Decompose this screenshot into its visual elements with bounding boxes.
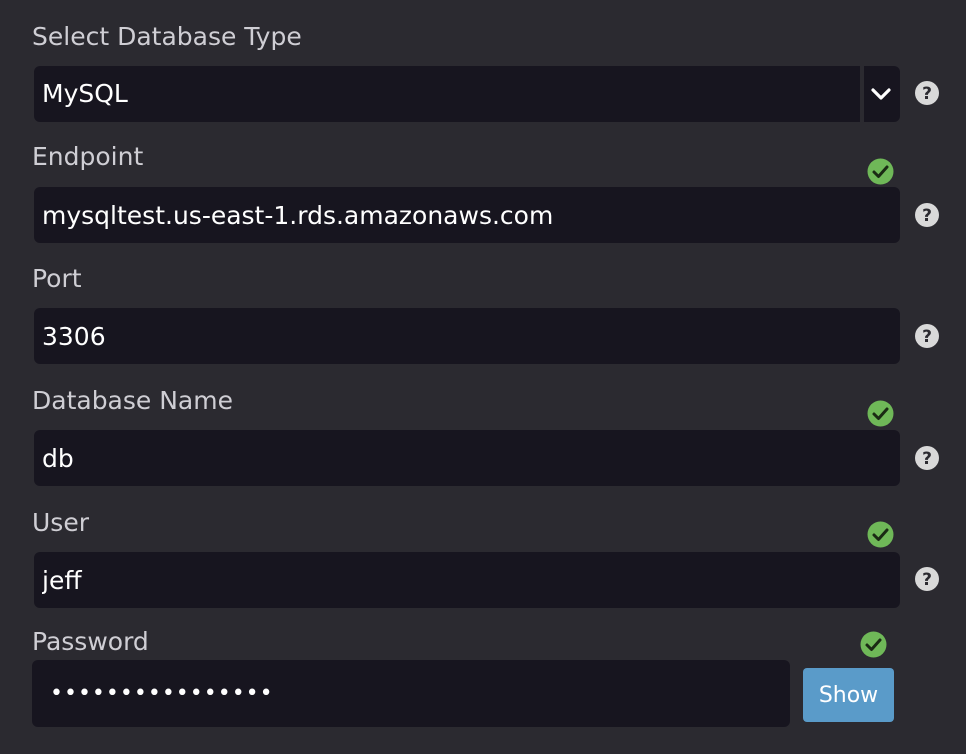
port-field[interactable]: [34, 308, 900, 364]
password-input[interactable]: [32, 660, 790, 727]
check-circle-icon: [867, 400, 894, 427]
endpoint-label: Endpoint: [32, 142, 144, 171]
help-circle-icon[interactable]: ?: [914, 323, 940, 349]
password-field[interactable]: [32, 660, 790, 727]
check-circle-icon: [867, 158, 894, 185]
svg-text:?: ?: [922, 327, 932, 347]
db-type-label: Select Database Type: [32, 22, 302, 51]
user-field[interactable]: [34, 552, 900, 608]
chevron-down-icon[interactable]: [870, 84, 892, 104]
database-name-input[interactable]: [34, 430, 900, 486]
select-divider: [860, 66, 864, 122]
check-circle-icon: [867, 521, 894, 548]
user-label: User: [32, 508, 89, 537]
show-password-button[interactable]: Show: [803, 668, 894, 722]
help-circle-icon[interactable]: ?: [914, 202, 940, 228]
endpoint-field[interactable]: [34, 187, 900, 243]
database-name-field[interactable]: [34, 430, 900, 486]
password-label: Password: [32, 627, 149, 656]
svg-text:?: ?: [922, 570, 932, 590]
help-circle-icon[interactable]: ?: [914, 445, 940, 471]
database-name-label: Database Name: [32, 386, 233, 415]
user-input[interactable]: [34, 552, 900, 608]
db-type-select[interactable]: MySQL: [34, 66, 900, 122]
help-circle-icon[interactable]: ?: [914, 80, 940, 106]
svg-text:?: ?: [922, 206, 932, 226]
database-connection-form: Select Database Type MySQL ? Endpoint ? …: [0, 0, 966, 754]
port-label: Port: [32, 264, 82, 293]
port-input[interactable]: [34, 308, 900, 364]
svg-text:?: ?: [922, 84, 932, 104]
svg-text:?: ?: [922, 449, 932, 469]
db-type-selected-value: MySQL: [42, 79, 128, 108]
help-circle-icon[interactable]: ?: [914, 566, 940, 592]
endpoint-input[interactable]: [34, 187, 900, 243]
check-circle-icon: [860, 631, 887, 658]
